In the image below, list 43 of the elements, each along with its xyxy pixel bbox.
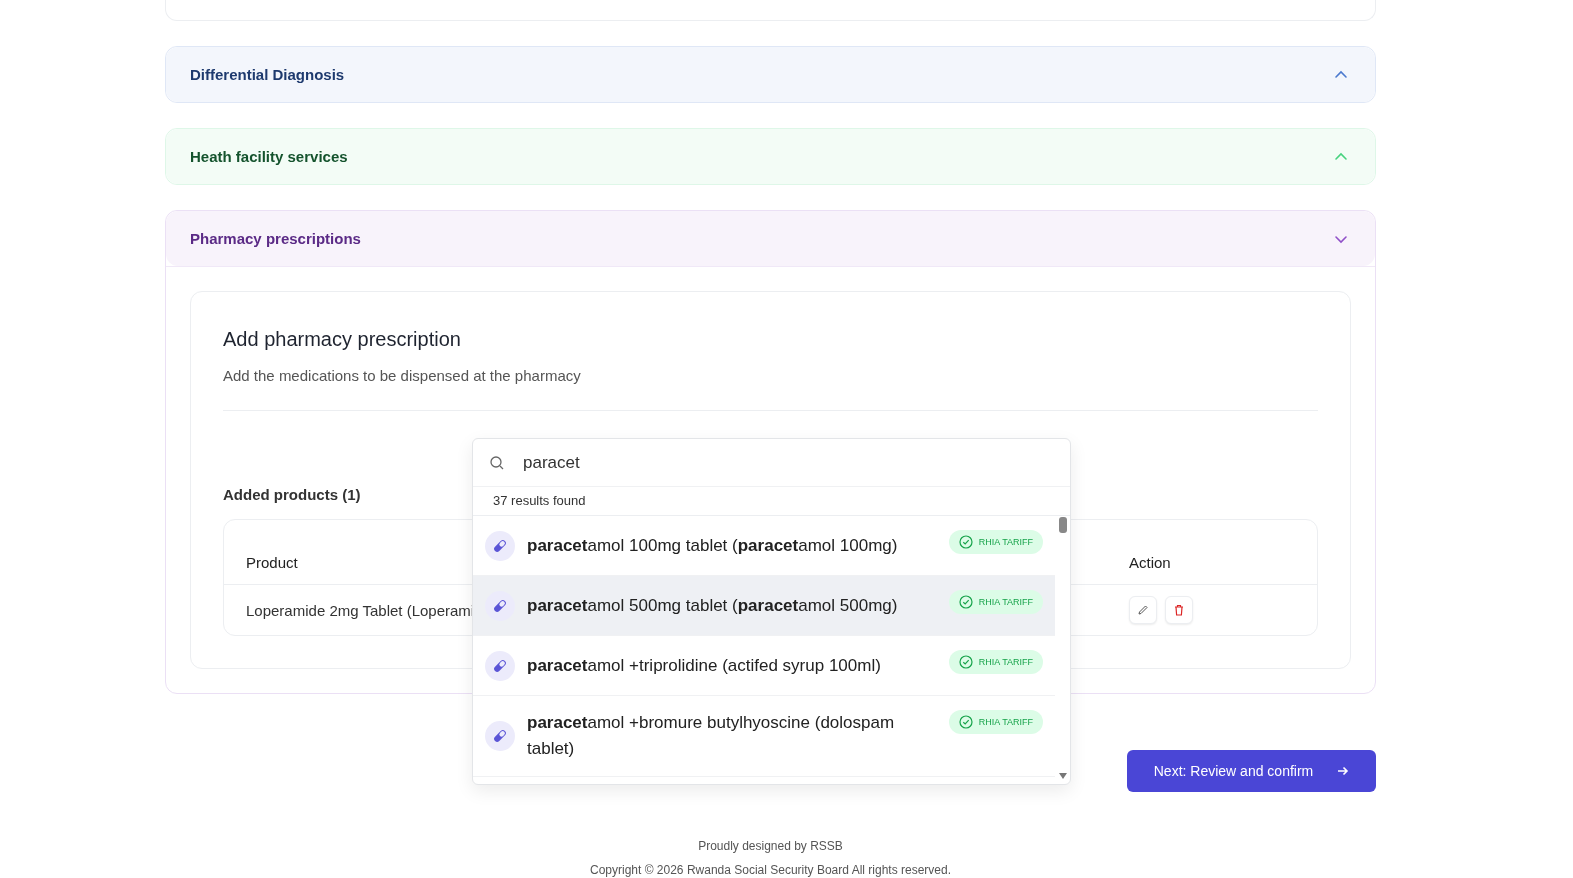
check-circle-icon <box>958 655 973 669</box>
scrollbar-thumb[interactable] <box>1059 517 1067 533</box>
accordion-header[interactable]: Pharmacy prescriptions <box>166 211 1375 266</box>
check-circle-icon <box>958 535 973 549</box>
result-name: paracetamol 500mg tablet (paracetamol 500mg) <box>527 594 899 617</box>
scroll-down-icon[interactable] <box>1058 772 1068 780</box>
tariff-badge: RHIA TARIFF <box>948 650 1043 674</box>
edit-button[interactable] <box>1129 596 1157 624</box>
check-circle-icon <box>958 715 973 729</box>
card-title: Add pharmacy prescription <box>223 328 462 351</box>
result-item[interactable]: paracetamol +triprolidine (actifed syrup 100ml) RHIA TARIFF <box>473 636 1055 696</box>
trash-icon <box>1173 604 1185 616</box>
results-count: 37 results found <box>473 487 1070 516</box>
card-subtitle: Add the medications to be dispensed at the pharmacy <box>223 367 582 384</box>
tariff-badge: RHIA TARIFF <box>948 710 1043 734</box>
section-title: Pharmacy prescriptions <box>190 230 361 247</box>
result-name: paracetamol +triprolidine (actifed syrup 100ml) <box>527 654 882 677</box>
tariff-badge: RHIA TARIFF <box>948 530 1043 554</box>
check-circle-icon <box>958 595 973 609</box>
footer-text: Proudly designed by RSSB <box>697 838 844 855</box>
pill-icon <box>485 650 515 681</box>
search-icon <box>489 454 505 471</box>
section-title: Differential Diagnosis <box>190 66 345 83</box>
result-name: paracetamol 100mg tablet (paracetamol 100mg) <box>527 534 899 557</box>
result-item[interactable]: paracetamol 500mg tablet (paracetamol 500mg) RHIA TARIFF <box>473 576 1055 636</box>
added-products-label: Added products (1) <box>223 486 361 503</box>
next-button[interactable]: Next: Review and confirm <box>1127 750 1376 792</box>
accordion-header[interactable]: Heath facility services <box>166 129 1375 184</box>
delete-button[interactable] <box>1165 596 1193 624</box>
section-title: Heath facility services <box>190 148 348 165</box>
accordion-header[interactable]: Differential Diagnosis <box>166 47 1375 102</box>
result-item[interactable]: paracetamol +bromure butylhyoscine (dolospam tablet) RHIA TARIFF <box>473 696 1055 777</box>
result-name: paracetamol +bromure butylhyoscine (dolospam tablet) <box>527 712 896 760</box>
tariff-badge: RHIA TARIFF <box>948 590 1043 614</box>
pencil-icon <box>1137 604 1149 616</box>
pill-icon <box>485 721 515 751</box>
column-header: Product <box>246 553 299 571</box>
table-cell: Loperamide 2mg Tablet (Loperami <box>246 601 475 619</box>
pill-icon <box>485 530 515 561</box>
pill-icon <box>485 590 515 621</box>
column-header: Action <box>1129 553 1172 571</box>
arrow-right-icon <box>1337 765 1350 777</box>
footer-text: Copyright © 2026 Rwanda Social Security Board All rights reserved. <box>589 862 952 878</box>
